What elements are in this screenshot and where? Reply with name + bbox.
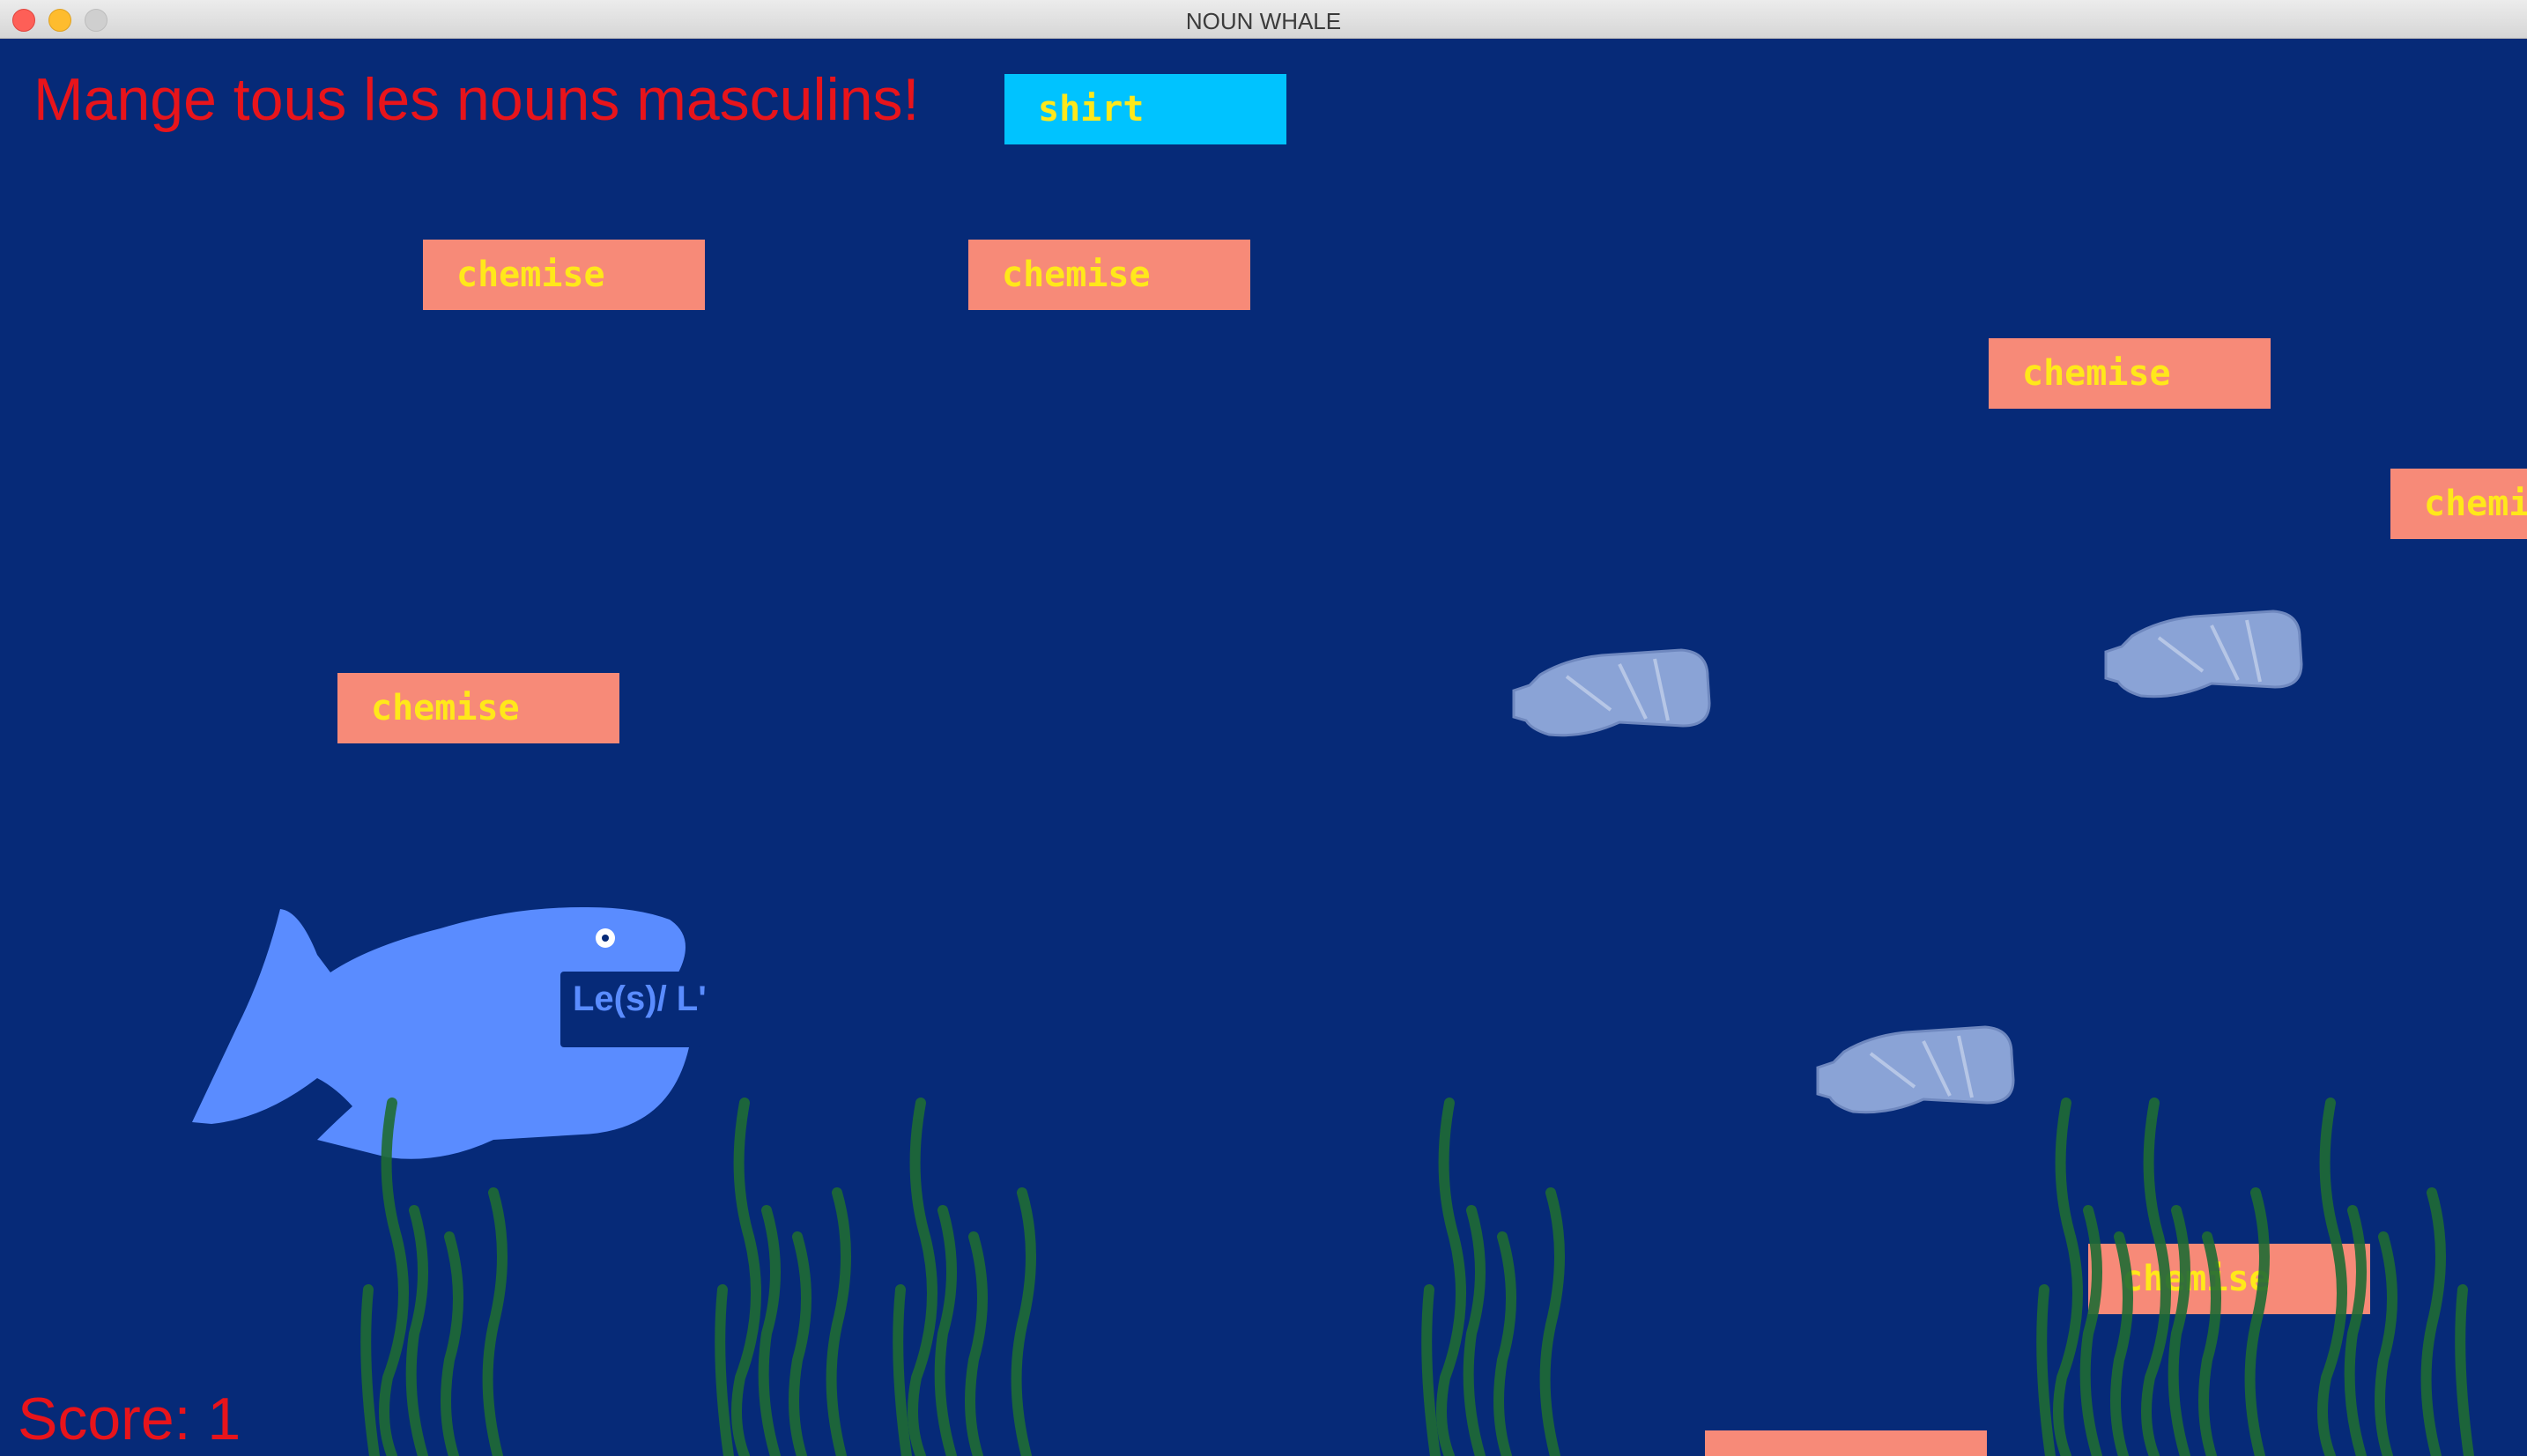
whale-mouth-label: Le(s)/ L' xyxy=(573,979,707,1018)
window-titlebar: NOUN WHALE xyxy=(0,0,2527,39)
score-display: Score: 1 xyxy=(18,1386,241,1452)
ocean-scene xyxy=(192,610,2474,1456)
plastic-bottle-icon xyxy=(2104,610,2303,698)
window-title: NOUN WHALE xyxy=(1185,8,1342,34)
plastic-bottle-icon xyxy=(1512,648,1711,737)
plastic-bottle-icon xyxy=(1816,1025,2015,1114)
whale-player xyxy=(192,906,701,1159)
seaweed xyxy=(360,1098,2474,1456)
game-canvas[interactable]: Mange tous les nouns masculins! shirt ch… xyxy=(0,39,2527,1456)
